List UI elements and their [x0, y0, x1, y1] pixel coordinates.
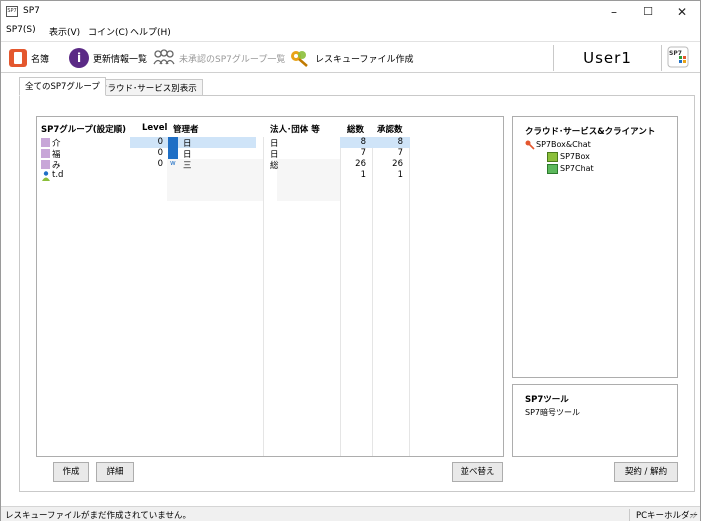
- meishi-label: 名簿: [31, 54, 50, 65]
- menu-coin[interactable]: コイン(C): [88, 25, 128, 38]
- title-bar: SP7 SP7 – ☐ ✕: [1, 1, 700, 23]
- group-icon: [41, 138, 50, 147]
- table-row[interactable]: 介 0 日 日 8 8: [37, 137, 503, 149]
- table-row[interactable]: 福 0 日 日 7 7: [37, 148, 503, 160]
- maximize-button[interactable]: ☐: [631, 1, 665, 23]
- header-level[interactable]: Level: [142, 123, 167, 133]
- group-icon: [41, 149, 50, 158]
- minimize-button[interactable]: –: [597, 1, 631, 23]
- table-row[interactable]: み 0 w 三 総 26 26: [37, 159, 503, 171]
- group-level: 0: [157, 148, 163, 158]
- sp7-logo-text: SP7: [669, 50, 682, 57]
- header-corp[interactable]: 法人･団体 等: [270, 123, 320, 135]
- close-button[interactable]: ✕: [665, 1, 699, 23]
- people-group-icon: [153, 49, 175, 67]
- create-button[interactable]: 作成: [53, 462, 89, 482]
- tree-node-label: SP7Box&Chat: [536, 140, 591, 149]
- detail-button[interactable]: 詳細: [96, 462, 134, 482]
- update-info-button[interactable]: i 更新情報一覧: [69, 48, 147, 68]
- group-list[interactable]: SP7グループ(設定順) Level 管理者 法人･団体 等 総数 承認数 介 …: [36, 116, 504, 457]
- keys-icon: [289, 49, 311, 67]
- window-title: SP7: [23, 6, 40, 16]
- tab-all-groups[interactable]: 全てのSP7グループ: [19, 77, 106, 96]
- header-admin[interactable]: 管理者: [173, 123, 199, 135]
- column-divider: [409, 137, 410, 456]
- group-approved: 26: [392, 159, 403, 169]
- menu-sp7[interactable]: SP7(S): [6, 25, 36, 35]
- tree-node-label: SP7Box: [560, 152, 590, 161]
- app-window: SP7 SP7 – ☐ ✕ SP7(S) 表示(V) コイン(C) ヘルプ(H)…: [0, 0, 701, 521]
- meishi-button[interactable]: 名簿: [9, 48, 49, 68]
- header-approved[interactable]: 承認数: [377, 123, 403, 135]
- menu-help[interactable]: ヘルプ(H): [130, 25, 171, 38]
- header-group-name[interactable]: SP7グループ(設定順): [41, 123, 126, 135]
- header-total[interactable]: 総数: [347, 123, 364, 135]
- table-row[interactable]: t.d 1 1: [37, 170, 503, 181]
- tree-node-label: SP7Chat: [560, 164, 594, 173]
- rescue-file-button[interactable]: レスキューファイル作成: [289, 48, 413, 68]
- sort-button[interactable]: 並べ替え: [452, 462, 503, 482]
- group-approved: 8: [397, 137, 403, 147]
- group-icon: [41, 160, 50, 169]
- group-total: 26: [355, 159, 366, 169]
- cloud-services-panel[interactable]: クラウド･サービス&クライアント SP7Box&Chat SP7Box SP7C…: [512, 116, 678, 378]
- update-info-label: 更新情報一覧: [93, 54, 148, 65]
- contract-button[interactable]: 契約 / 解約: [614, 462, 678, 482]
- column-divider: [372, 137, 373, 456]
- status-bar: レスキューファイルがまだ作成されていません。 PCキーホルダー: [1, 506, 700, 521]
- sp7chat-icon: [547, 164, 558, 174]
- admin-icon: w: [170, 159, 176, 167]
- menu-bar: SP7(S) 表示(V) コイン(C) ヘルプ(H): [1, 23, 700, 39]
- tools-panel-title: SP7ツール: [525, 395, 569, 405]
- unapproved-groups-label: 未承認のSP7グループ一覧: [179, 54, 286, 65]
- user-name-display: User1: [553, 45, 662, 71]
- sp7-tools-panel[interactable]: SP7ツール SP7暗号ツール: [512, 384, 678, 457]
- sp7box-icon: [547, 152, 558, 162]
- group-name: t.d: [52, 170, 64, 180]
- group-level: 0: [157, 137, 163, 147]
- unapproved-groups-button[interactable]: 未承認のSP7グループ一覧: [153, 48, 285, 68]
- cloud-panel-title: クラウド･サービス&クライアント: [525, 127, 656, 137]
- menu-view[interactable]: 表示(V): [49, 25, 80, 38]
- tab-by-cloud-service[interactable]: クラウド･サービス別表示: [93, 79, 203, 96]
- column-divider: [263, 137, 264, 456]
- key-icon: [525, 140, 535, 150]
- admin-icon: [168, 148, 178, 159]
- person-icon: [42, 171, 50, 181]
- group-total: 8: [360, 137, 366, 147]
- tool-item[interactable]: SP7暗号ツール: [525, 407, 580, 418]
- admin-icon: [168, 137, 178, 148]
- group-total: 1: [360, 170, 366, 180]
- app-icon: SP7: [6, 6, 18, 17]
- info-icon: i: [69, 48, 89, 68]
- group-level: 0: [157, 159, 163, 169]
- group-approved: 1: [397, 170, 403, 180]
- column-divider: [340, 137, 341, 456]
- pc-keyholder-status: PCキーホルダー: [629, 509, 698, 521]
- rescue-file-label: レスキューファイル作成: [315, 54, 414, 65]
- group-total: 7: [360, 148, 366, 158]
- group-approved: 7: [397, 148, 403, 158]
- status-message: レスキューファイルがまだ作成されていません。: [5, 511, 191, 521]
- group-list-header: SP7グループ(設定順) Level 管理者 法人･団体 等 総数 承認数: [37, 117, 503, 137]
- resize-grip-icon[interactable]: [689, 511, 697, 519]
- sp7-logo: SP7: [667, 46, 689, 68]
- address-book-icon: [9, 49, 27, 67]
